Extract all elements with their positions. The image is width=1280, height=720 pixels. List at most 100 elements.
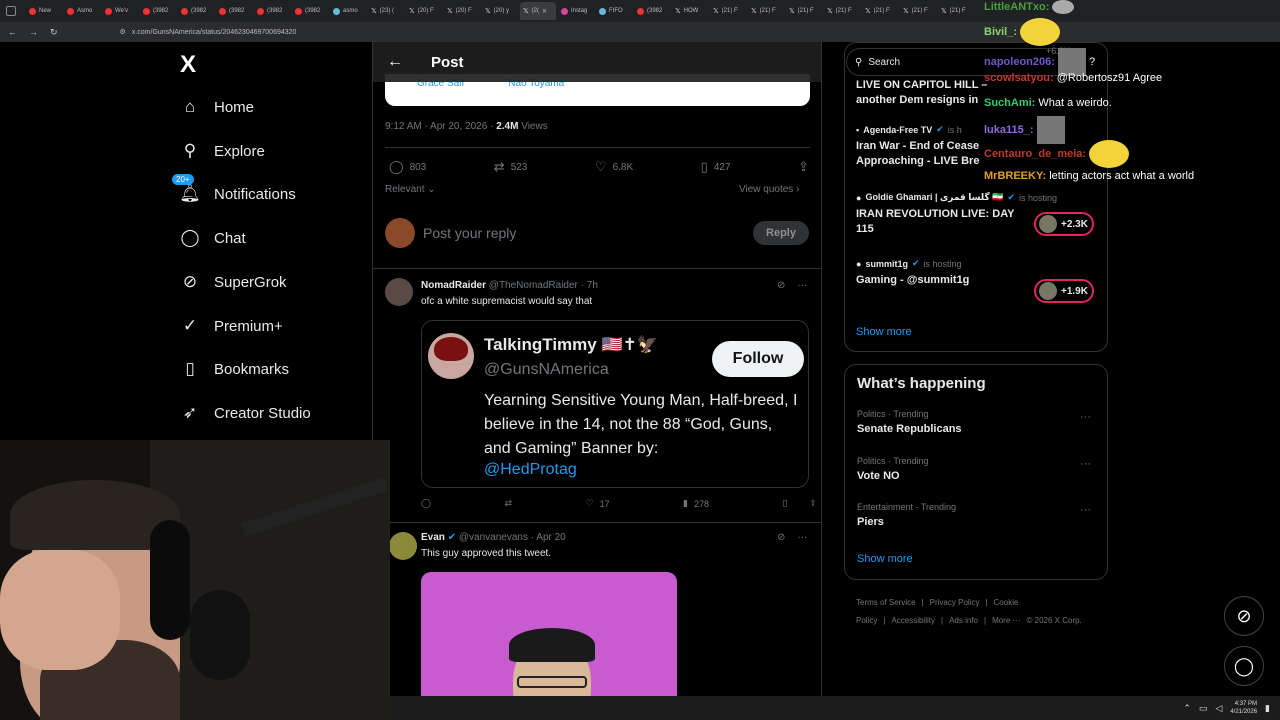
site-info-icon[interactable]: ⚙ <box>120 28 126 36</box>
footer-link[interactable]: More ··· <box>992 616 1020 625</box>
more-icon[interactable]: ··· <box>1080 411 1091 423</box>
reply-media[interactable] <box>421 572 677 696</box>
view-quotes-link[interactable]: View quotes › <box>739 184 799 195</box>
notification-icon[interactable]: ▮ <box>1265 703 1270 714</box>
footer-separator: | <box>883 616 886 625</box>
nav-item-premium-[interactable]: ✓ Premium+ <box>180 316 283 336</box>
url-field[interactable]: x.com/GunsNAmerica/status/20462304697006… <box>132 29 297 36</box>
share-action[interactable]: ⇪ <box>798 159 809 175</box>
trend-item[interactable]: Politics · Trending Vote NO ··· <box>857 456 1097 482</box>
back-icon[interactable]: ← <box>8 27 17 38</box>
bookmark-icon[interactable]: ▯ <box>782 498 787 509</box>
footer-link[interactable]: © 2026 X Corp. <box>1027 616 1082 625</box>
clock[interactable]: 4:37 PM 4/21/2026 <box>1230 700 1257 716</box>
trend-item[interactable]: Entertainment · Trending Piers ··· <box>857 502 1097 528</box>
browser-tab[interactable]: 𝕏 (21) F <box>862 2 898 20</box>
grok-fab-icon[interactable]: ⊘ <box>1224 596 1264 636</box>
more-icon[interactable]: ··· <box>1080 504 1091 516</box>
repost-icon[interactable]: ⇄ <box>505 498 513 509</box>
reply-input[interactable]: Post your reply <box>423 225 516 241</box>
bookmark-action[interactable]: ▯ 427 <box>701 159 731 175</box>
tray-chevron-icon[interactable]: ⌃ <box>1183 703 1191 714</box>
live-listeners-badge[interactable]: +1.9K <box>1034 279 1094 303</box>
browser-tab[interactable]: (3982 <box>140 2 176 20</box>
browser-tab[interactable]: 𝕏 (20) F <box>444 2 480 20</box>
browser-tab[interactable]: (3982 <box>254 2 290 20</box>
footer-link[interactable]: Accessibility <box>891 616 935 625</box>
nav-item-creator-studio[interactable]: ➶ Creator Studio <box>180 403 311 423</box>
more-icon[interactable]: ··· <box>1080 458 1091 470</box>
browser-tab[interactable]: (3982 <box>292 2 328 20</box>
messages-fab-icon[interactable]: ◯ <box>1224 646 1264 686</box>
browser-tab[interactable]: 𝕏 (21) F <box>710 2 746 20</box>
embedded-image[interactable]: TalkingTimmy 🇺🇸✝🦅 @GunsNAmerica Follow Y… <box>421 320 809 488</box>
grok-icon[interactable]: ⊘ <box>777 280 785 291</box>
more-icon[interactable]: ··· <box>797 532 807 543</box>
browser-tab[interactable]: 𝕏 (21) F <box>938 2 974 20</box>
avatar[interactable] <box>385 278 413 306</box>
reply-icon[interactable]: ◯ <box>421 498 431 509</box>
x-logo[interactable]: X <box>180 53 202 77</box>
browser-tab[interactable]: New <box>26 2 62 20</box>
reply-action[interactable]: ◯ 803 <box>389 159 426 175</box>
nav-item-supergrok[interactable]: ⊘ SuperGrok <box>180 272 287 292</box>
nav-item-notifications[interactable]: 🔔︎ 20+ Notifications <box>172 174 296 204</box>
author-handle[interactable]: @vanvanevans · Apr 20 <box>459 532 566 543</box>
browser-tab[interactable]: Instag <box>558 2 594 20</box>
browser-tab[interactable]: asmo <box>330 2 366 20</box>
footer-link[interactable]: Privacy Policy <box>930 598 980 607</box>
browser-tab[interactable]: We'v <box>102 2 138 20</box>
author-handle[interactable]: @TheNomadRaider · 7h <box>489 280 598 291</box>
like-action[interactable]: ♡ 17 <box>586 498 610 509</box>
show-more-link[interactable]: Show more <box>856 326 912 338</box>
network-icon[interactable]: ▭ <box>1199 703 1208 714</box>
reply-button[interactable]: Reply <box>753 221 809 245</box>
share-icon[interactable]: ⇪ <box>809 498 817 509</box>
reply-author[interactable]: Evan ✔ @vanvanevans · Apr 20 <box>421 532 566 543</box>
live-listeners-badge[interactable]: +2.3K <box>1034 212 1094 236</box>
post-time[interactable]: 9:12 AM · Apr 20, 2026 · <box>385 121 496 132</box>
nav-item-bookmarks[interactable]: ▯ Bookmarks <box>180 359 289 379</box>
browser-tab[interactable]: (3982 <box>216 2 252 20</box>
volume-icon[interactable]: ◁ <box>1215 703 1222 714</box>
reload-icon[interactable]: ↻ <box>50 27 58 38</box>
views-action[interactable]: ▮ 278 <box>683 498 709 509</box>
author-name[interactable]: Evan <box>421 532 445 543</box>
like-action[interactable]: ♡ 6.8K <box>595 159 633 175</box>
nav-item-home[interactable]: ⌂ Home <box>180 97 254 117</box>
browser-tab[interactable]: 𝕏 (21) F <box>748 2 784 20</box>
author-name[interactable]: NomadRaider <box>421 280 486 291</box>
trend-item[interactable]: Politics · Trending Senate Republicans ·… <box>857 409 1097 435</box>
close-tab-icon[interactable]: ✕ <box>542 8 547 15</box>
back-arrow-icon[interactable]: ← <box>387 53 403 71</box>
browser-tab[interactable]: 𝕏 (20) F <box>406 2 442 20</box>
more-icon[interactable]: ··· <box>797 280 807 291</box>
repost-action[interactable]: ⇄ 523 <box>494 159 528 175</box>
live-item[interactable]: ● summit1g ✔ is hosting Gaming - @summit1g <box>856 258 1026 288</box>
grok-icon[interactable]: ⊘ <box>777 532 785 543</box>
browser-tab[interactable]: 𝕏 (23) ( <box>368 2 404 20</box>
footer-link[interactable]: Ads info <box>949 616 978 625</box>
nav-item-chat[interactable]: ◯ Chat <box>180 228 245 248</box>
forward-icon[interactable]: → <box>29 27 38 38</box>
reply-composer[interactable]: Post your reply <box>385 218 810 248</box>
browser-tab[interactable]: 𝕏 (21) F <box>786 2 822 20</box>
sort-dropdown[interactable]: Relevant ⌄ <box>385 184 436 195</box>
show-more-link[interactable]: Show more <box>857 553 913 565</box>
browser-tab[interactable]: (3982 <box>634 2 670 20</box>
avatar[interactable] <box>389 532 417 560</box>
browser-tab[interactable]: 𝕏 (20) y <box>482 2 518 20</box>
tab-actions-icon[interactable] <box>6 6 16 16</box>
tab-label: (20) y <box>493 8 509 14</box>
browser-tab[interactable]: 𝕏 HOW <box>672 2 708 20</box>
live-item[interactable]: ● Goldie Ghamari | گلسا قمری 🇮🇷 ✔ is hostin… <box>856 192 1057 237</box>
browser-tab[interactable]: FIFO <box>596 2 632 20</box>
nav-item-explore[interactable]: ⚲ Explore <box>180 141 265 161</box>
reply-author[interactable]: NomadRaider @TheNomadRaider · 7h <box>421 280 598 291</box>
browser-tab[interactable]: 𝕏 (21) F <box>900 2 936 20</box>
browser-tab[interactable]: 𝕏 (21) F <box>824 2 860 20</box>
browser-tab[interactable]: 𝕏 (2(✕ <box>520 2 556 20</box>
footer-link[interactable]: Terms of Service <box>856 598 916 607</box>
browser-tab[interactable]: Asmo <box>64 2 100 20</box>
browser-tab[interactable]: (3982 <box>178 2 214 20</box>
